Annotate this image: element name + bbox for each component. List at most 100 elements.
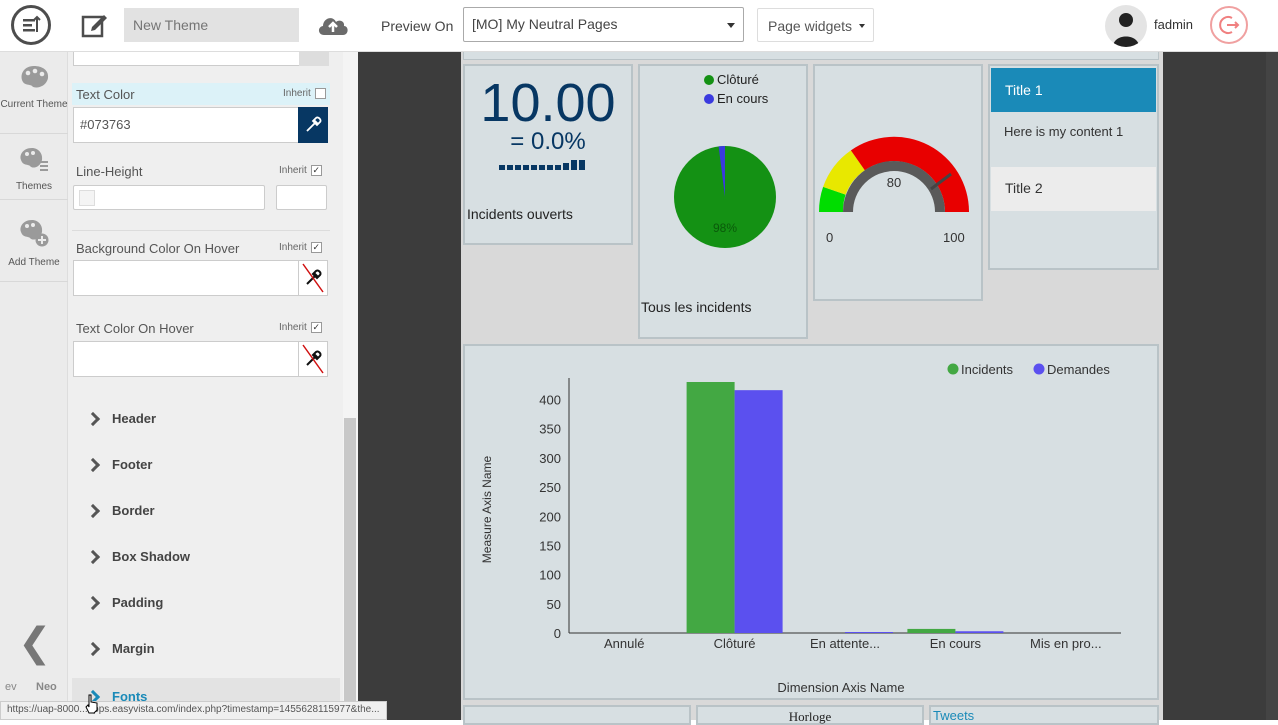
section-box-shadow-label: Box Shadow <box>112 549 191 564</box>
y-tick-label: 300 <box>539 451 561 466</box>
tweets-widget[interactable]: Tweets <box>929 705 1159 725</box>
y-tick-label: 400 <box>539 393 561 408</box>
pie-legend-label: Clôturé <box>717 72 759 87</box>
pie-widget[interactable]: Clôturé En cours 98% Tous les incidents <box>638 64 808 339</box>
clock-widget[interactable]: Horloge <box>696 705 924 725</box>
text-color-picker-button[interactable] <box>298 107 328 143</box>
accordion-widget: Title 1 Here is my content 1 Title 2 <box>988 64 1159 270</box>
x-tick-label: Annulé <box>604 636 644 651</box>
preview-page-select[interactable]: [MO] My Neutral Pages <box>463 7 744 42</box>
bg-hover-inherit[interactable]: Inherit ✓ <box>279 242 322 253</box>
bg-hover-label: Background Color On Hover <box>76 241 240 256</box>
previous-color-input[interactable] <box>73 52 329 66</box>
logout-button[interactable] <box>1210 6 1248 44</box>
pie-label: Tous les incidents <box>641 299 752 315</box>
inherit-checkbox[interactable]: ✓ <box>310 322 322 333</box>
nav-item-add-theme[interactable]: Add Theme <box>0 218 68 282</box>
legend-dot-blue-icon <box>704 93 714 104</box>
bg-hover-input[interactable] <box>73 260 299 296</box>
text-hover-inherit[interactable]: Inherit ✓ <box>279 322 322 333</box>
accordion-title-2[interactable]: Title 2 <box>991 167 1156 211</box>
previous-eyedropper-button[interactable] <box>299 52 329 66</box>
line-height-unit-input[interactable] <box>276 185 327 210</box>
accordion-title-1[interactable]: Title 1 <box>991 68 1156 112</box>
line-height-swatch <box>79 190 95 206</box>
widget-top-strip <box>463 52 1159 60</box>
inherit-label: Inherit <box>279 165 307 176</box>
section-padding-label: Padding <box>112 595 164 610</box>
text-color-input[interactable]: #073763 <box>73 107 299 143</box>
left-navigation: Current Theme Themes Add Theme ❮ ev Neo <box>0 52 68 720</box>
accordion-title-2-label: Title 2 <box>1005 180 1043 196</box>
section-header-label: Header <box>112 411 157 426</box>
kpi-widget[interactable]: 10.00 = 0.0% Incidents ouverts <box>463 64 633 245</box>
section-margin[interactable]: Margin <box>85 641 155 656</box>
pie-chart: 98% <box>674 146 776 248</box>
preview-selected-value: [MO] My Neutral Pages <box>472 16 618 32</box>
nav-item-current-theme[interactable]: Current Theme <box>0 64 68 134</box>
menu-toggle-button[interactable] <box>11 5 51 45</box>
gauge-chart: 80 <box>818 136 970 213</box>
gauge-min-label: 0 <box>826 230 834 245</box>
section-padding[interactable]: Padding <box>85 595 164 610</box>
chevron-right-icon <box>85 549 101 564</box>
collapse-arrow-icon[interactable]: ❮ <box>18 620 52 666</box>
line-height-inherit[interactable]: Inherit ✓ <box>279 165 322 176</box>
legend-label-demandes: Demandes <box>1047 362 1110 377</box>
bar-demandes <box>955 631 1004 633</box>
nav-item-themes[interactable]: Themes <box>0 146 68 200</box>
accordion-title-1-label: Title 1 <box>1005 82 1043 98</box>
x-tick-label: En cours <box>930 636 982 651</box>
page-widgets-button[interactable]: Page widgets <box>757 8 874 42</box>
text-hover-picker-button[interactable] <box>298 341 328 377</box>
palette-icon <box>21 66 49 88</box>
panel-scrollbar-thumb[interactable] <box>344 418 356 708</box>
x-axis-title: Dimension Axis Name <box>777 680 904 695</box>
bg-hover-picker-button[interactable] <box>298 260 328 296</box>
edit-button[interactable] <box>78 9 110 41</box>
accordion-content-1: Here is my content 1 <box>1004 124 1124 139</box>
x-tick-label: Clôturé <box>714 636 756 651</box>
bottom-widget-1[interactable] <box>463 705 691 725</box>
clock-label: Horloge <box>788 709 832 724</box>
bar-incidents <box>686 382 735 633</box>
gauge-widget[interactable]: 80 0 100 <box>813 64 983 301</box>
page-widgets-label: Page widgets <box>768 18 853 34</box>
section-header[interactable]: Header <box>85 411 157 426</box>
inherit-checkbox[interactable] <box>314 88 326 99</box>
pie-legend-label: En cours <box>717 91 769 106</box>
pie-legend-item-cloture: Clôturé <box>704 72 759 87</box>
canvas-scrollbar[interactable] <box>1266 52 1278 720</box>
nav-label-current-theme: Current Theme <box>0 99 68 110</box>
inherit-checkbox[interactable]: ✓ <box>310 165 322 176</box>
upload-button[interactable] <box>314 8 352 42</box>
text-color-label: Text Color <box>76 87 135 102</box>
bar-demandes <box>734 390 783 633</box>
chevron-right-icon <box>85 457 101 472</box>
kpi-label: Incidents ouverts <box>467 206 573 222</box>
divider <box>72 230 330 231</box>
section-border[interactable]: Border <box>85 503 155 518</box>
status-bar-url: https://uap-8000...apps.easyvista.com/in… <box>0 701 387 720</box>
top-toolbar: Preview On [MO] My Neutral Pages Page wi… <box>0 0 1278 52</box>
y-tick-label: 250 <box>539 480 561 495</box>
text-hover-input[interactable] <box>73 341 299 377</box>
avatar[interactable] <box>1105 5 1147 47</box>
inherit-checkbox[interactable]: ✓ <box>310 242 322 253</box>
y-tick-label: 350 <box>539 422 561 437</box>
kpi-change: = 0.0% <box>510 128 586 155</box>
text-color-inherit[interactable]: Inherit <box>283 88 326 99</box>
tweets-label: Tweets <box>933 708 975 723</box>
palette-add-icon <box>20 220 49 247</box>
eyedropper-none-icon <box>302 344 324 374</box>
x-tick-label: Mis en pro... <box>1030 636 1102 651</box>
section-footer[interactable]: Footer <box>85 457 152 472</box>
new-theme-input[interactable] <box>124 8 299 42</box>
y-tick-label: 0 <box>554 626 561 641</box>
y-axis-title: Measure Axis Name <box>480 455 494 563</box>
section-box-shadow[interactable]: Box Shadow <box>85 549 191 564</box>
section-border-label: Border <box>112 503 155 518</box>
bar-chart-widget[interactable]: 0 50 100 150 200 250 300 350 400 Annulé Clôturé En … <box>463 344 1159 700</box>
gauge-max-label: 100 <box>943 230 965 245</box>
line-height-input[interactable] <box>73 185 265 210</box>
